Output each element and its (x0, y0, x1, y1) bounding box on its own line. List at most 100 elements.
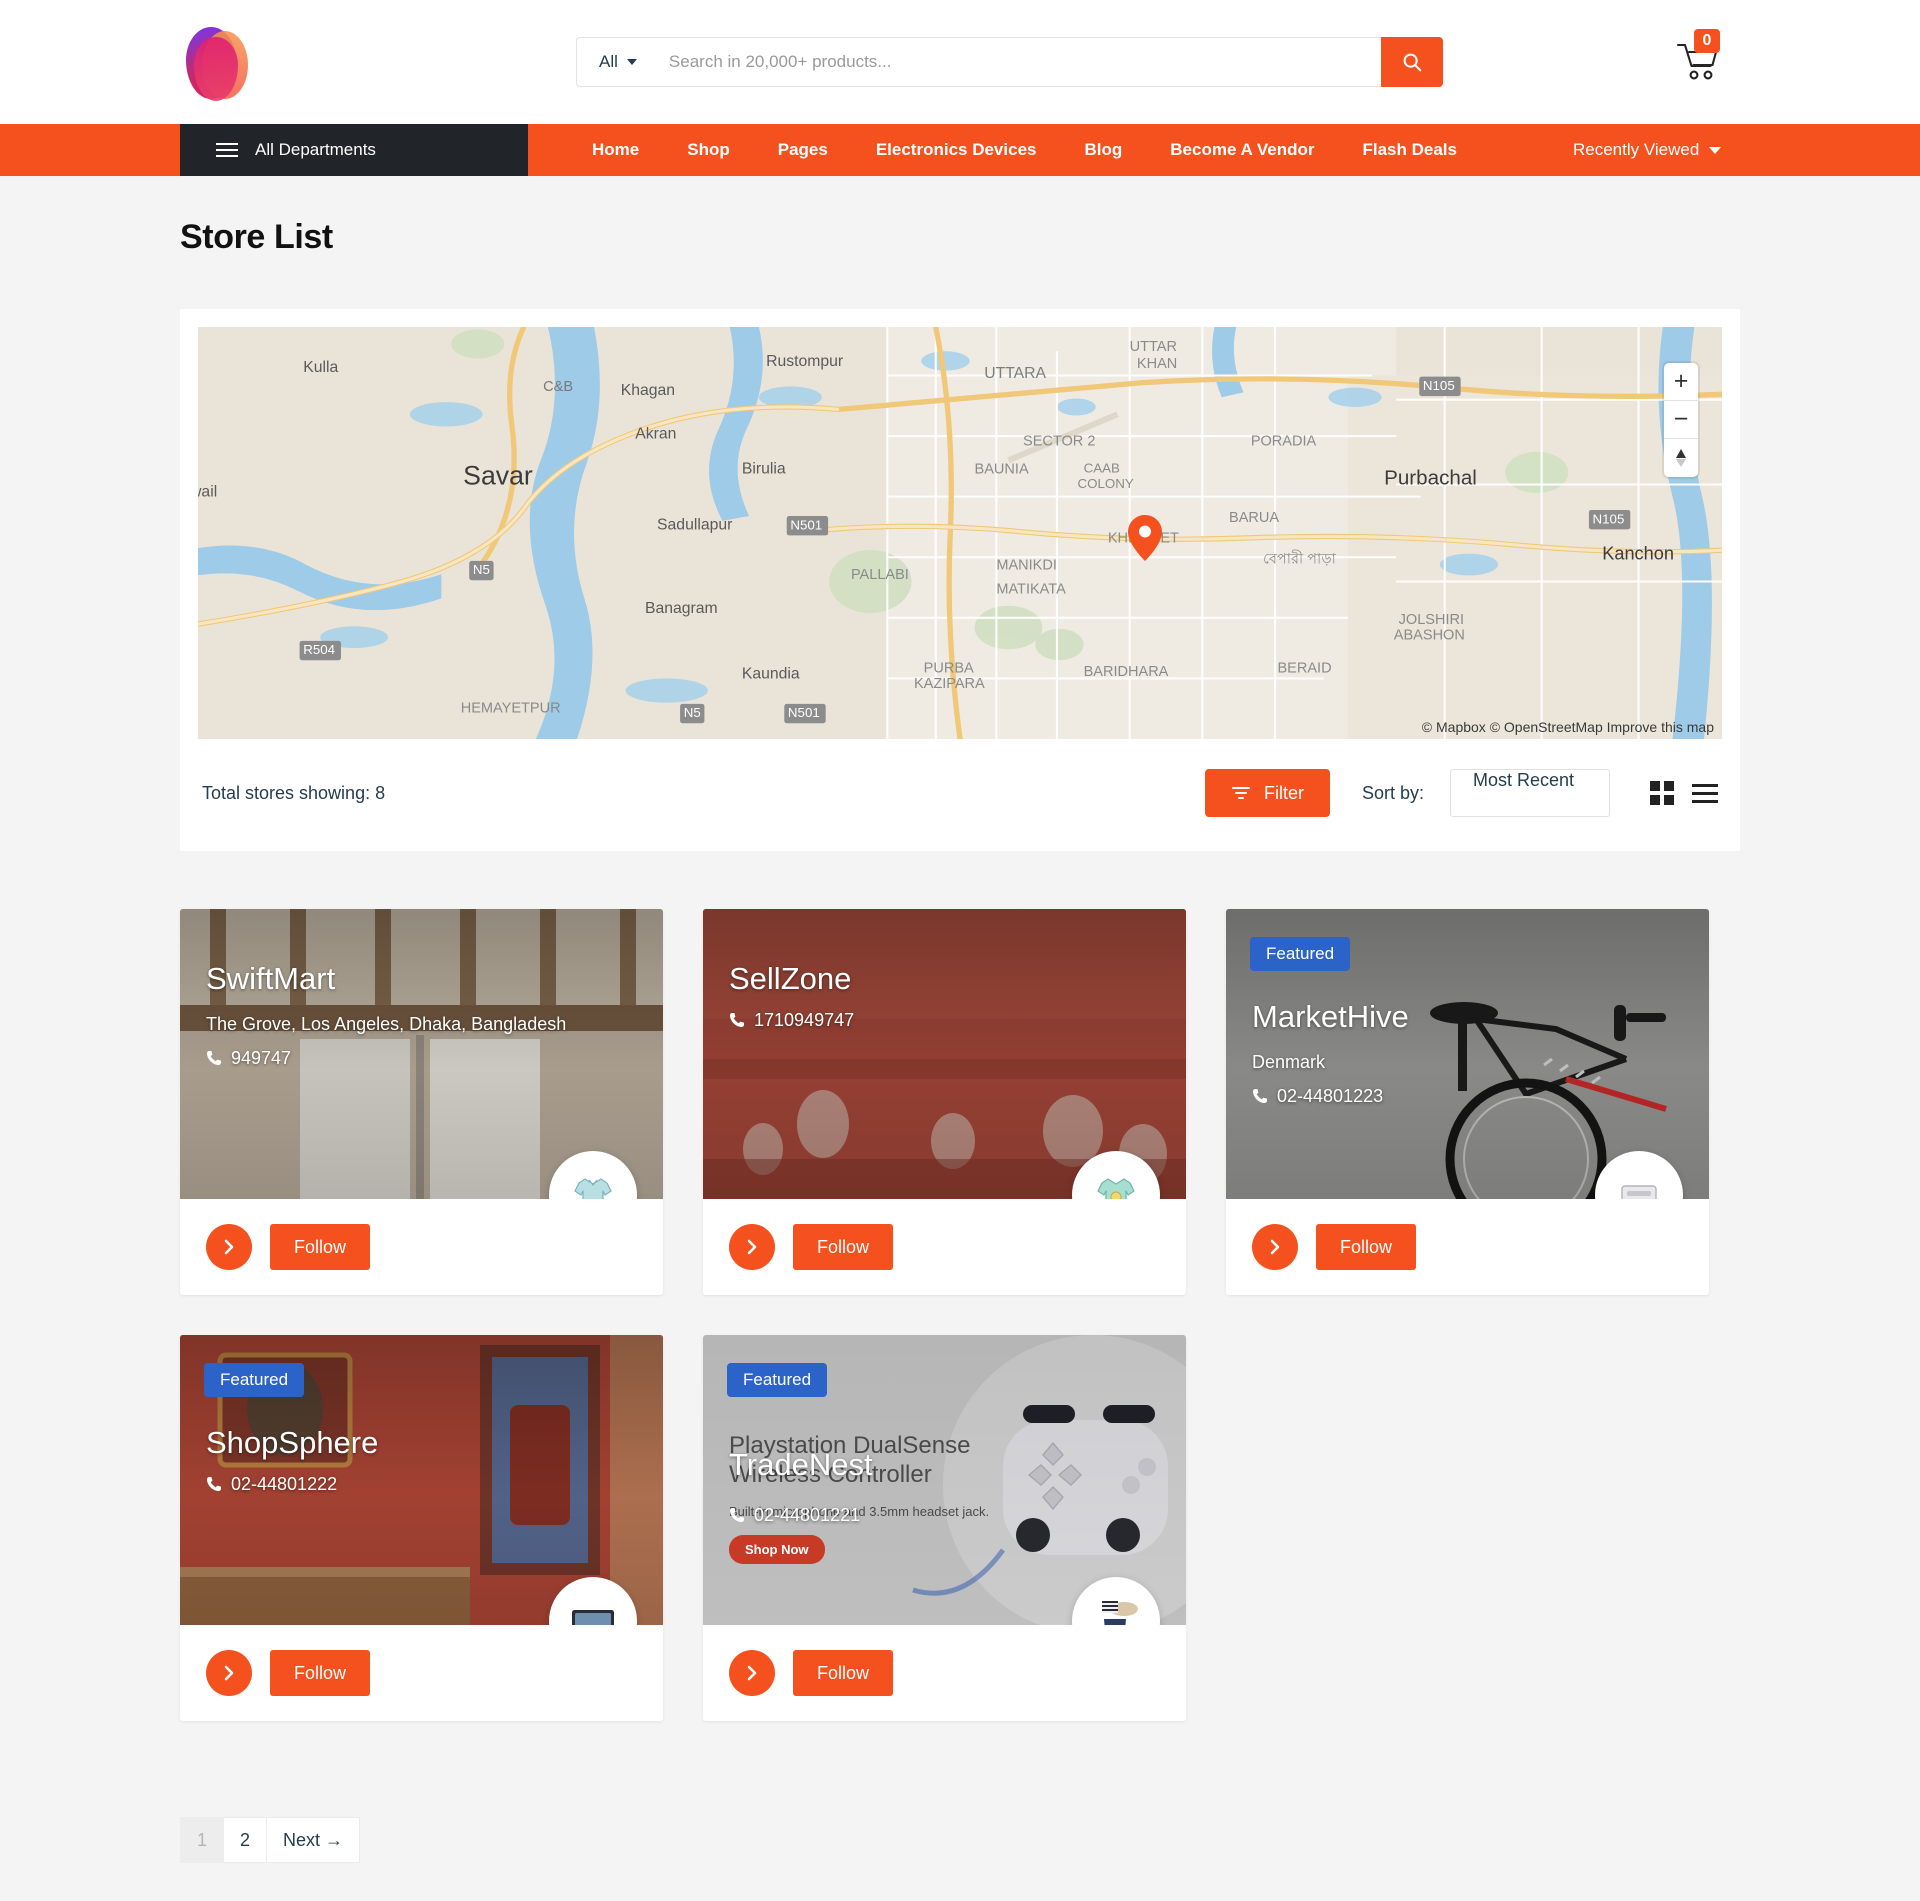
store-details-arrow-button[interactable] (206, 1224, 252, 1270)
search-category-select[interactable]: All (577, 52, 655, 72)
hamburger-menu-icon (216, 143, 238, 157)
filter-funnel-icon (1232, 787, 1250, 799)
map-label: N501 (790, 517, 822, 532)
brand-logo[interactable] (180, 23, 254, 101)
featured-badge: Featured (727, 1363, 828, 1397)
main-navigation: All Departments Home Shop Pages Electron… (0, 124, 1920, 176)
filter-label: Filter (1263, 782, 1304, 803)
search-button[interactable] (1381, 37, 1443, 87)
map-label: BARIDHARA (1084, 664, 1169, 680)
store-card-info: SellZone 1710949747 (729, 961, 1162, 1031)
store-card-cover: SellZone 1710949747 (703, 909, 1186, 1199)
map-label: BARUA (1229, 510, 1279, 526)
phone-icon (1253, 1089, 1267, 1104)
map-label: Kaundia (742, 665, 800, 682)
map-label: COLONY (1078, 476, 1134, 491)
page-content: Store List Kulla Rustompur UTTAR KHAN UT… (0, 218, 1920, 1863)
follow-button[interactable]: Follow (270, 1224, 371, 1270)
chevron-down-icon (626, 59, 637, 65)
all-departments-button[interactable]: All Departments (180, 124, 528, 176)
store-map[interactable]: Kulla Rustompur UTTAR KHAN UTTARA C&B Khagan N1… (198, 327, 1722, 739)
sort-by-label: Sort by: (1361, 782, 1424, 803)
header-search: All (576, 37, 1443, 87)
pagination-next-button[interactable]: Next → (266, 1817, 361, 1863)
map-label: KAZIPARA (914, 676, 985, 692)
sort-select[interactable]: Most Recent (1450, 769, 1610, 817)
map-label: Kanchon (1602, 544, 1674, 564)
store-card[interactable]: Featured ShopSphere 02-44801222 Follow (180, 1335, 663, 1721)
nav-item-become-a-vendor[interactable]: Become A Vendor (1146, 140, 1338, 160)
pagination-page-2[interactable]: 2 (223, 1817, 268, 1863)
store-card-footer: Follow (1226, 1199, 1709, 1295)
store-toolbar: Total stores showing: 8 Filter Sort by: … (198, 739, 1722, 851)
clothing-logo-icon (1102, 1601, 1138, 1625)
nav-item-shop[interactable]: Shop (663, 140, 754, 160)
store-card[interactable]: SwiftMart The Grove, Los Angeles, Dhaka,… (180, 909, 663, 1295)
cart-count-badge: 0 (1694, 29, 1720, 53)
store-card[interactable]: Playstation DualSense Wireless Controlle… (703, 1335, 1186, 1721)
nav-item-flash-deals[interactable]: Flash Deals (1339, 140, 1482, 160)
nav-item-home[interactable]: Home (568, 140, 663, 160)
follow-button[interactable]: Follow (1316, 1224, 1417, 1270)
cart-button[interactable]: 0 (1676, 29, 1740, 83)
map-label: C&B (543, 379, 573, 395)
nav-item-blog[interactable]: Blog (1060, 140, 1146, 160)
map-label: ABASHON (1394, 628, 1465, 644)
toolbar-controls: Filter Sort by: Most Recent (1204, 769, 1718, 817)
store-details-arrow-button[interactable] (1252, 1224, 1298, 1270)
map-zoom-out-button[interactable]: − (1664, 401, 1698, 439)
map-zoom-in-button[interactable]: + (1664, 363, 1698, 401)
list-view-icon[interactable] (1692, 783, 1718, 803)
phone-icon (207, 1477, 221, 1492)
grid-view-icon[interactable] (1650, 781, 1674, 805)
store-details-arrow-button[interactable] (729, 1224, 775, 1270)
store-card-info: ShopSphere 02-44801222 (206, 1425, 639, 1495)
map-label: PURBA (924, 660, 974, 676)
map-label: HEMAYETPUR (461, 700, 561, 716)
map-label: JOLSHIRI (1399, 612, 1464, 628)
recently-viewed-dropdown[interactable]: Recently Viewed (1573, 124, 1722, 176)
store-phone-value: 02-44801223 (1277, 1085, 1384, 1106)
store-location-marker[interactable] (1128, 515, 1162, 561)
featured-badge: Featured (204, 1363, 305, 1397)
map-label: BERAID (1277, 660, 1331, 676)
nav-item-electronics-devices[interactable]: Electronics Devices (852, 140, 1061, 160)
chevron-right-icon (747, 1665, 757, 1681)
map-label: N5 (473, 562, 490, 577)
store-details-arrow-button[interactable] (206, 1650, 252, 1696)
filter-button[interactable]: Filter (1204, 769, 1330, 817)
map-compass-button[interactable] (1664, 439, 1698, 477)
store-details-arrow-button[interactable] (729, 1650, 775, 1696)
store-card-cover: Playstation DualSense Wireless Controlle… (703, 1335, 1186, 1625)
store-card-cover: Featured MarketHive Denmark 02-44801223 (1226, 909, 1709, 1199)
store-phone-value: 02-44801222 (231, 1473, 338, 1494)
recently-viewed-label: Recently Viewed (1573, 140, 1700, 159)
map-label: PALLABI (851, 567, 909, 583)
map-label: MATIKATA (996, 582, 1066, 598)
map-label: BAUNIA (975, 462, 1029, 478)
store-address: The Grove, Los Angeles, Dhaka, Banglades… (206, 1013, 567, 1034)
chevron-right-icon (224, 1239, 234, 1255)
featured-badge: Featured (1250, 937, 1351, 971)
store-name: SellZone (729, 961, 852, 996)
pagination-page-1[interactable]: 1 (180, 1817, 225, 1863)
map-attribution[interactable]: © Mapbox © OpenStreetMap Improve this ma… (1422, 719, 1714, 735)
view-toggles (1650, 781, 1718, 805)
chevron-right-icon (224, 1665, 234, 1681)
follow-button[interactable]: Follow (270, 1650, 371, 1696)
follow-button[interactable]: Follow (793, 1650, 894, 1696)
search-input[interactable] (654, 52, 1381, 72)
store-card[interactable]: Featured MarketHive Denmark 02-44801223 (1226, 909, 1709, 1295)
store-card[interactable]: SellZone 1710949747 Follow (703, 909, 1186, 1295)
map-label: Kulla (303, 359, 338, 376)
shop-now-button[interactable]: Shop Now (729, 1534, 825, 1564)
store-address: Denmark (1252, 1051, 1326, 1072)
map-label: UTTARA (984, 365, 1046, 382)
tshirt-logo-icon (1097, 1178, 1135, 1199)
store-name: ShopSphere (206, 1425, 379, 1460)
nav-item-pages[interactable]: Pages (754, 140, 852, 160)
phone-icon (730, 1013, 744, 1028)
map-pin-icon (1128, 515, 1162, 561)
store-phone: 949747 (206, 1048, 639, 1069)
follow-button[interactable]: Follow (793, 1224, 894, 1270)
